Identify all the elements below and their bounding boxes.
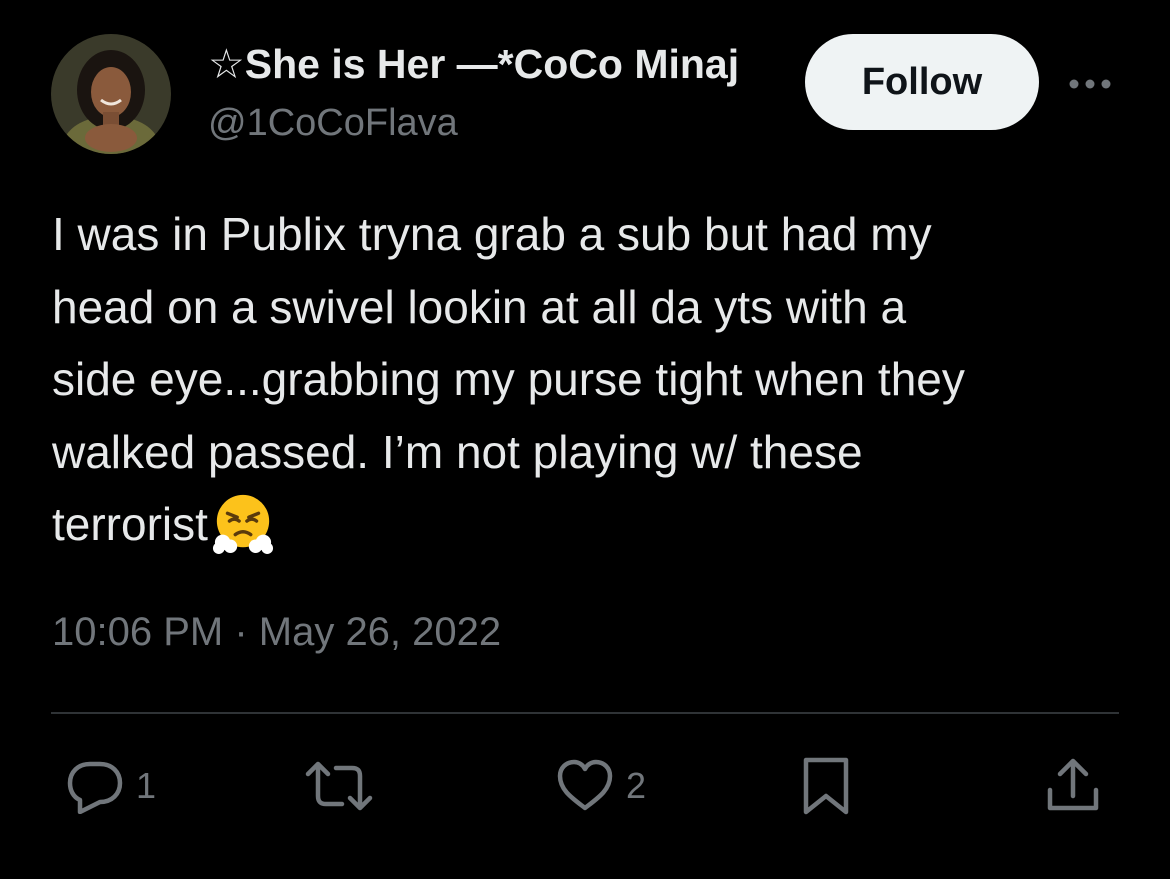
share-button[interactable] bbox=[1042, 756, 1104, 816]
face-with-steam-from-nose-icon bbox=[212, 494, 273, 554]
author-handle[interactable]: @1CoCoFlava bbox=[208, 100, 458, 146]
reply-count: 1 bbox=[136, 765, 157, 806]
retweet-button[interactable] bbox=[302, 756, 376, 816]
like-count: 2 bbox=[626, 765, 647, 806]
tweet-text: I was in Publix tryna grab a sub but had… bbox=[52, 208, 965, 550]
follow-button[interactable]: Follow bbox=[805, 34, 1039, 130]
more-options-button[interactable] bbox=[1064, 64, 1116, 104]
divider bbox=[51, 712, 1119, 714]
tweet-timestamp[interactable]: 10:06 PM · May 26, 2022 bbox=[52, 606, 501, 658]
author-display-name[interactable]: ☆She is Her —*CoCo Minaj bbox=[208, 40, 782, 88]
tweet-body: I was in Publix tryna grab a sub but had… bbox=[52, 198, 1142, 561]
avatar[interactable] bbox=[51, 34, 171, 154]
like-button[interactable]: 2 bbox=[554, 756, 646, 816]
more-dots-icon bbox=[1069, 79, 1111, 89]
bookmark-button[interactable] bbox=[798, 756, 854, 816]
reply-button[interactable]: 1 bbox=[64, 756, 156, 816]
heart-icon bbox=[557, 759, 613, 811]
profile-photo bbox=[51, 34, 171, 154]
reply-icon bbox=[67, 761, 123, 814]
share-icon bbox=[1047, 758, 1099, 811]
retweet-icon bbox=[305, 761, 373, 811]
bookmark-icon bbox=[803, 757, 849, 815]
